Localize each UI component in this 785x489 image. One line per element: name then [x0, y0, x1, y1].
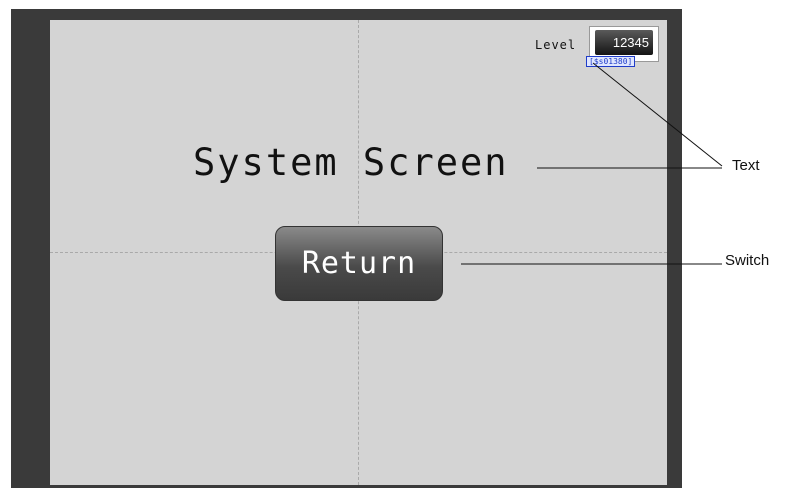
text-callout-line-level: [592, 62, 723, 167]
switch-callout-label: Switch: [725, 252, 770, 269]
callout-lines: [461, 62, 723, 265]
text-callout-label: Text: [732, 157, 760, 174]
